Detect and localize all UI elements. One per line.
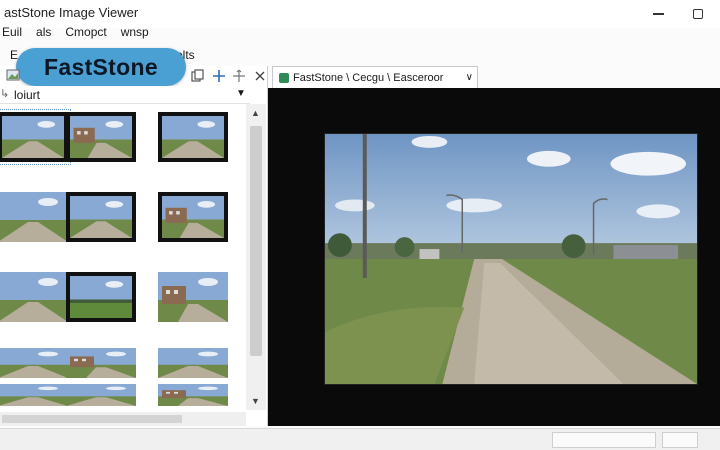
thumbnail-image[interactable] xyxy=(158,112,228,162)
tab-label: FastStone \ Cecgu \ Easceroor xyxy=(293,71,444,84)
thumbnail-image[interactable] xyxy=(66,384,136,406)
folder-path-label: loiurt xyxy=(14,88,41,102)
status-field xyxy=(662,432,698,448)
scrollbar-thumb[interactable] xyxy=(2,415,182,423)
minimize-icon xyxy=(652,13,664,15)
thumbnail-image[interactable] xyxy=(66,112,136,162)
thumbnail-image[interactable] xyxy=(0,272,68,322)
maximize-icon xyxy=(693,9,703,19)
thumbnail-image[interactable] xyxy=(158,384,228,406)
menu-bar: Euil als Cmopct wnsp xyxy=(0,22,720,44)
scroll-up-icon[interactable]: ▲ xyxy=(251,108,260,118)
vertical-scrollbar[interactable]: ▲ ▼ xyxy=(246,104,266,410)
thumbnail-image[interactable] xyxy=(66,192,136,242)
chevron-down-icon[interactable]: ▼ xyxy=(236,88,246,99)
status-field xyxy=(552,432,656,448)
folder-path-bar[interactable]: ↳ loiurt ▼ xyxy=(0,86,250,104)
menu-item[interactable]: als xyxy=(36,22,51,44)
thumbnail-image[interactable] xyxy=(0,348,68,378)
menu-item[interactable]: wnsp xyxy=(121,22,149,44)
move-icon[interactable] xyxy=(231,67,248,85)
thumbnail-image[interactable] xyxy=(0,109,71,165)
chevron-icon[interactable]: ∨ xyxy=(466,72,473,83)
copy-icon[interactable] xyxy=(190,67,207,85)
close-x-icon[interactable] xyxy=(252,67,269,85)
thumbnail-image[interactable] xyxy=(0,384,68,406)
status-bar xyxy=(0,428,720,450)
menu-item[interactable]: Cmopct xyxy=(65,22,106,44)
thumbnail-image[interactable] xyxy=(158,348,228,378)
tab-image-path[interactable]: FastStone \ Cecgu \ Easceroor ∨ xyxy=(272,66,478,88)
thumbnail-image[interactable] xyxy=(66,272,136,322)
scroll-down-icon[interactable]: ▼ xyxy=(251,396,260,406)
thumbnail-grid xyxy=(0,106,246,412)
browser-toolbar xyxy=(190,66,268,86)
plus-icon[interactable] xyxy=(211,67,228,85)
thumbnail-image[interactable] xyxy=(66,348,136,378)
scrollbar-thumb[interactable] xyxy=(250,126,262,356)
image-icon[interactable] xyxy=(4,66,22,84)
faststone-logo: FastStone xyxy=(16,48,186,86)
folder-up-icon[interactable]: ↳ xyxy=(0,87,9,100)
menu-item[interactable]: Euil xyxy=(2,22,22,44)
thumbnail-image[interactable] xyxy=(0,192,68,242)
faststone-tab-icon xyxy=(279,72,289,83)
window-title: astStone Image Viewer xyxy=(4,5,139,20)
thumbnail-image[interactable] xyxy=(158,272,228,322)
horizontal-scrollbar[interactable] xyxy=(0,412,246,426)
thumbnail-image[interactable] xyxy=(158,192,228,242)
main-photo[interactable] xyxy=(324,133,698,385)
app-window: astStone Image Viewer Euil als Cmopct wn… xyxy=(0,0,720,450)
